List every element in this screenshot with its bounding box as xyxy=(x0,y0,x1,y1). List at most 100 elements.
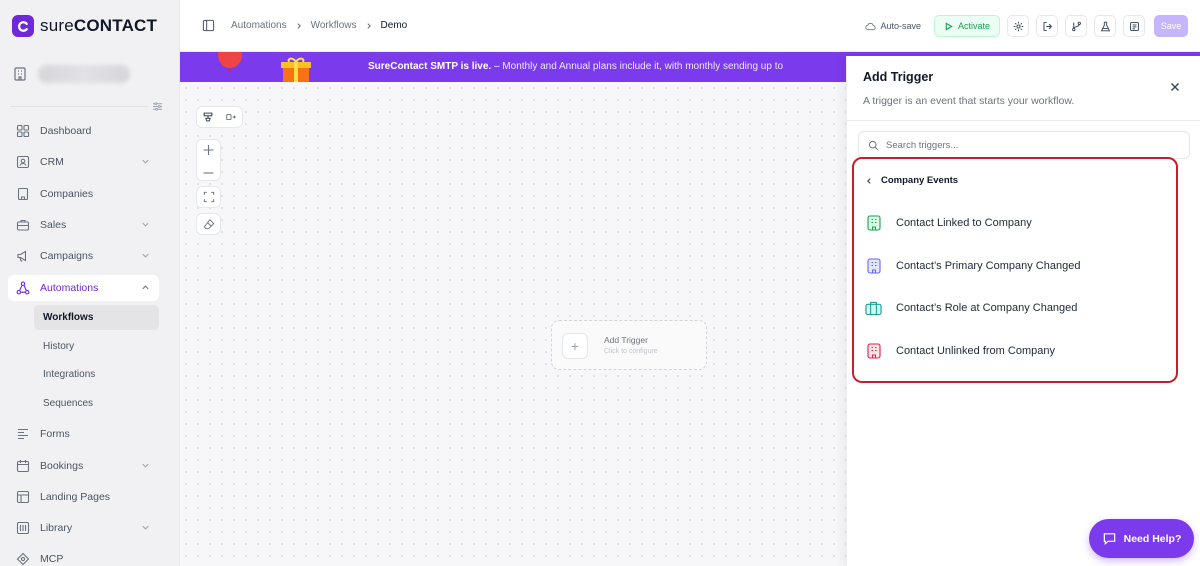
trigger-role-changed[interactable]: Contact’s Role at Company Changed xyxy=(865,293,1175,323)
workspace-name-redacted xyxy=(38,65,130,83)
surecontact-logo-icon xyxy=(12,15,34,37)
sidebar-item-label: Dashboard xyxy=(40,125,92,137)
close-icon[interactable] xyxy=(1170,82,1180,92)
fit-view-icon[interactable] xyxy=(203,191,215,203)
trigger-contact-linked[interactable]: Contact Linked to Company xyxy=(865,208,1175,238)
search-icon xyxy=(868,140,879,150)
chevron-left-icon xyxy=(867,177,871,184)
document-icon xyxy=(1129,21,1139,31)
sidebar-item-library[interactable]: Library xyxy=(8,515,159,541)
breadcrumb-current: Demo xyxy=(380,20,408,31)
sidebar-item-landing-pages[interactable]: Landing Pages xyxy=(8,484,159,510)
sidebar-item-label: Forms xyxy=(40,428,70,440)
sidebar-item-label: CRM xyxy=(40,156,64,168)
sidebar-item-label: Library xyxy=(40,522,73,534)
autosave-label: Auto-save xyxy=(880,21,921,31)
sidebar-item-dashboard[interactable]: Dashboard xyxy=(8,118,159,144)
eraser-icon[interactable] xyxy=(203,218,215,230)
chat-icon xyxy=(1103,533,1115,545)
play-icon xyxy=(945,21,953,31)
trigger-node-subtitle: Click to configure xyxy=(604,348,658,355)
chevron-down-icon xyxy=(142,159,149,164)
sidebar-item-label: Bookings xyxy=(40,460,84,472)
need-help-button[interactable]: Need Help? xyxy=(1089,519,1194,558)
sidebar-divider xyxy=(10,106,148,107)
trigger-primary-company-changed[interactable]: Contact’s Primary Company Changed xyxy=(865,251,1175,281)
mcp-icon xyxy=(16,552,30,566)
sidebar-item-label: Automations xyxy=(40,282,99,294)
git-branch-icon xyxy=(1071,21,1081,31)
trigger-label: Contact Linked to Company xyxy=(896,217,1032,229)
sidebar-collapse-icon[interactable] xyxy=(152,101,163,112)
version-button[interactable] xyxy=(1065,15,1087,37)
exit-icon xyxy=(1042,21,1052,31)
contact-card-icon xyxy=(16,155,30,169)
chevron-down-icon xyxy=(142,463,149,468)
sidebar-item-bookings[interactable]: Bookings xyxy=(8,453,159,479)
workflow-canvas[interactable] xyxy=(180,82,846,566)
megaphone-icon xyxy=(17,250,27,262)
banner-body: – Monthly and Annual plans include it, w… xyxy=(491,61,784,72)
banner-bold: SureContact SMTP is live. xyxy=(368,61,492,72)
sidebar-subitem-workflows[interactable]: Workflows xyxy=(34,305,159,330)
trigger-view-icon[interactable] xyxy=(202,111,214,123)
sidebar-item-automations[interactable]: Automations xyxy=(8,275,159,301)
cloud-icon xyxy=(865,22,877,30)
gift-icon xyxy=(281,57,311,82)
sidebar-subitem-integrations[interactable]: Integrations xyxy=(34,362,159,387)
sidebar-subitem-history[interactable]: History xyxy=(34,334,159,359)
chevron-down-icon xyxy=(142,222,149,227)
trigger-node-title: Add Trigger xyxy=(604,335,648,345)
building-icon xyxy=(865,215,882,232)
category-label: Company Events xyxy=(881,175,959,186)
fit-view-control xyxy=(196,186,221,208)
panel-toggle-icon[interactable] xyxy=(202,19,215,32)
sidebar-item-mcp[interactable]: MCP xyxy=(8,546,159,566)
sidebar-subitem-label: History xyxy=(43,341,75,352)
add-trigger-panel: Add Trigger A trigger is an event that s… xyxy=(846,56,1200,566)
chevron-right-icon xyxy=(366,22,371,29)
test-button[interactable] xyxy=(1094,15,1116,37)
topbar: Automations Workflows Demo Auto-save Act… xyxy=(180,0,1200,52)
search-triggers xyxy=(858,131,1190,159)
sidebar-item-sales[interactable]: Sales xyxy=(8,212,159,238)
briefcase-icon xyxy=(865,300,882,317)
breadcrumb: Automations Workflows Demo xyxy=(202,19,407,32)
preview-button[interactable] xyxy=(1123,15,1145,37)
breadcrumb-automations[interactable]: Automations xyxy=(231,20,287,31)
building-icon xyxy=(865,343,882,360)
sidebar: sureCONTACT Dashboard CRM Companies Sale… xyxy=(0,0,180,566)
building-icon xyxy=(865,258,882,275)
save-button[interactable]: Save xyxy=(1154,15,1188,37)
sidebar-subitem-label: Workflows xyxy=(43,312,94,323)
sidebar-subitem-label: Sequences xyxy=(43,398,94,409)
sidebar-item-companies[interactable]: Companies xyxy=(8,181,159,207)
workspace-switcher[interactable] xyxy=(12,58,172,90)
flow-view-icon[interactable] xyxy=(225,111,237,123)
dashboard-icon xyxy=(16,124,30,138)
panel-description: A trigger is an event that starts your w… xyxy=(863,95,1075,107)
sidebar-item-campaigns[interactable]: Campaigns xyxy=(8,243,159,269)
breadcrumb-workflows[interactable]: Workflows xyxy=(311,20,357,31)
sidebar-subitem-sequences[interactable]: Sequences xyxy=(34,391,159,416)
autosave-status: Auto-save xyxy=(865,21,921,32)
layout-icon xyxy=(16,490,30,504)
need-help-label: Need Help? xyxy=(1123,532,1182,545)
plus-icon: + xyxy=(562,333,588,359)
sidebar-item-forms[interactable]: Forms xyxy=(8,421,159,447)
search-input[interactable] xyxy=(886,139,1176,151)
trigger-contact-unlinked[interactable]: Contact Unlinked from Company xyxy=(865,336,1175,366)
exit-button[interactable] xyxy=(1036,15,1058,37)
sidebar-item-label: Companies xyxy=(40,188,94,200)
zoom-out-icon[interactable] xyxy=(197,163,220,183)
form-icon xyxy=(18,428,28,440)
sidebar-item-crm[interactable]: CRM xyxy=(8,149,159,175)
brand-logo[interactable]: sureCONTACT xyxy=(12,15,157,37)
zoom-controls xyxy=(196,139,221,181)
activate-button[interactable]: Activate xyxy=(933,15,1000,37)
back-to-categories[interactable]: Company Events xyxy=(865,175,958,186)
zoom-in-icon[interactable] xyxy=(197,140,220,160)
canvas-mode-toggle xyxy=(196,106,243,128)
add-trigger-node[interactable]: + Add Trigger Click to configure xyxy=(551,320,707,370)
settings-button[interactable] xyxy=(1007,15,1029,37)
